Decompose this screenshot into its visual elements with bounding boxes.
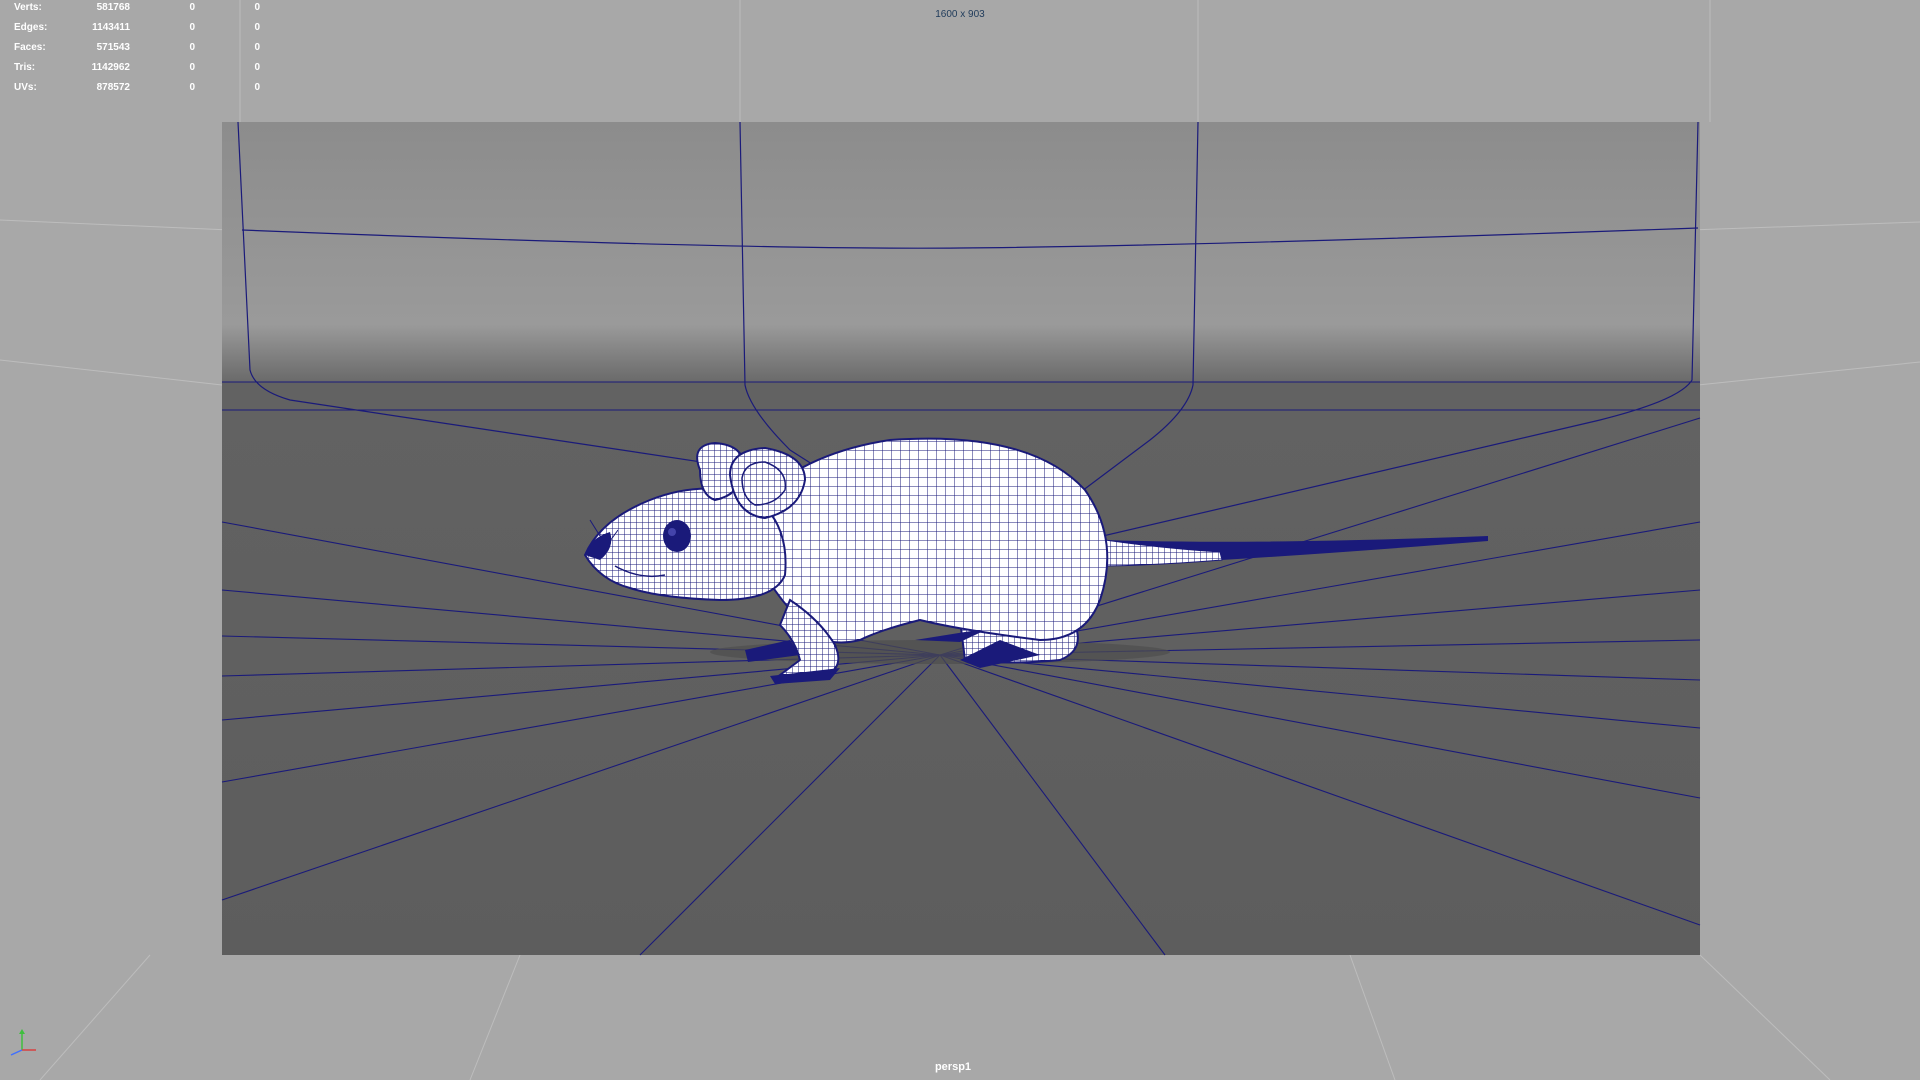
hud-selected-2: 0 bbox=[254, 42, 260, 53]
hud-label: UVs: bbox=[14, 82, 37, 93]
hud-row-tris: Tris: 1142962 0 0 bbox=[0, 62, 300, 76]
viewport-scene bbox=[0, 0, 1920, 1080]
hud-row-uvs: UVs: 878572 0 0 bbox=[0, 82, 300, 96]
hud-row-faces: Faces: 571543 0 0 bbox=[0, 42, 300, 56]
hud-selected: 0 bbox=[189, 22, 195, 33]
hud-total: 1143411 bbox=[92, 22, 130, 33]
3d-viewport[interactable] bbox=[0, 0, 1920, 1080]
hud-label: Faces: bbox=[14, 42, 46, 53]
hud-selected-2: 0 bbox=[254, 82, 260, 93]
hud-row-edges: Edges: 1143411 0 0 bbox=[0, 22, 300, 36]
hud-selected-2: 0 bbox=[254, 62, 260, 73]
hud-selected: 0 bbox=[189, 62, 195, 73]
hud-label: Tris: bbox=[14, 62, 36, 73]
hud-label: Edges: bbox=[14, 22, 48, 33]
hud-total: 878572 bbox=[96, 82, 130, 93]
hud-total: 1142962 bbox=[91, 62, 130, 73]
camera-name-label: persp1 bbox=[934, 1061, 972, 1073]
hud-selected: 0 bbox=[189, 82, 195, 93]
axis-gizmo-icon bbox=[8, 1028, 38, 1058]
hud-selected-2: 0 bbox=[254, 22, 260, 33]
hud-selected: 0 bbox=[189, 42, 195, 53]
hud-total: 571543 bbox=[96, 42, 130, 53]
resolution-gate-label: 1600 x 903 bbox=[935, 9, 985, 20]
